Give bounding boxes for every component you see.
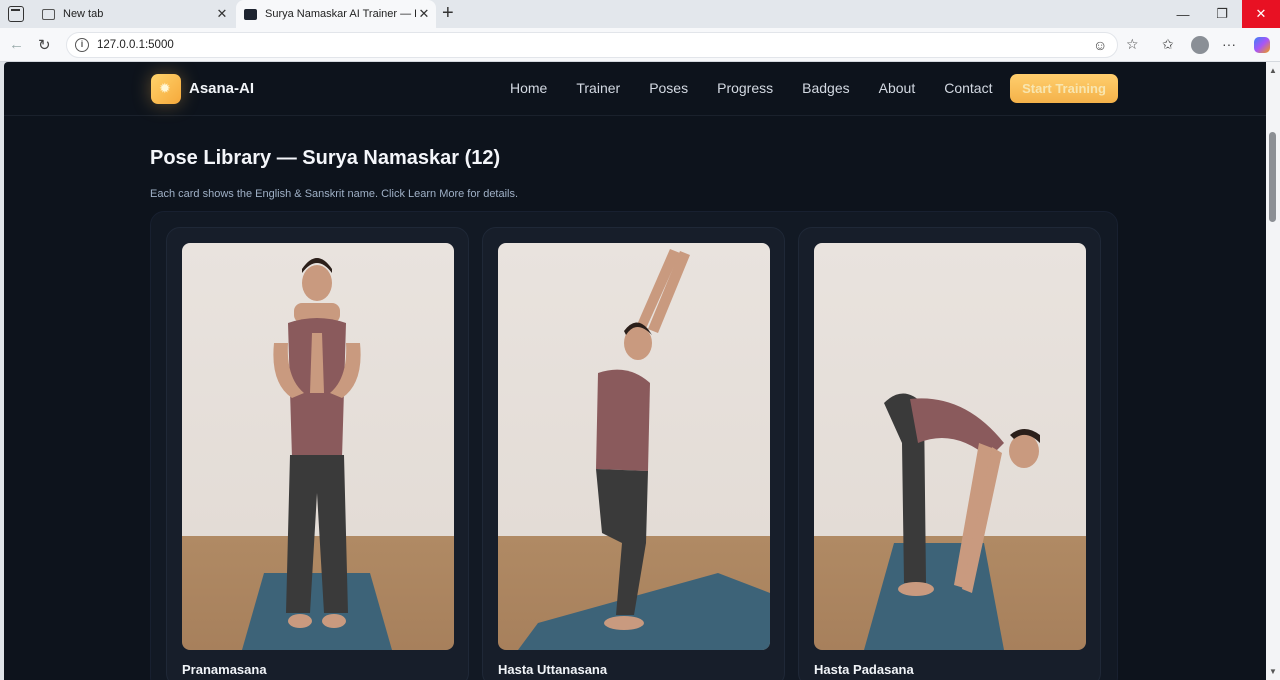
address-bar[interactable]: i 127.0.0.1:5000 ☺ — [66, 32, 1118, 58]
brand-name[interactable]: Asana-AI — [189, 80, 254, 97]
pose-card[interactable]: Hasta Padasana — [798, 227, 1101, 680]
restore-button[interactable]: ❐ — [1203, 0, 1241, 28]
pose-image — [498, 243, 770, 650]
page-title: Pose Library — Surya Namaskar (12) — [150, 147, 501, 169]
pose-image — [182, 243, 454, 650]
pose-card[interactable]: Hasta Uttanasana — [482, 227, 785, 680]
page-icon — [244, 8, 257, 20]
pose-name: Hasta Padasana — [814, 662, 914, 677]
pose-card[interactable]: Pranamasana — [166, 227, 469, 680]
more-icon[interactable]: ··· — [1222, 36, 1236, 52]
nav-home[interactable]: Home — [510, 80, 547, 96]
tab-title: Surya Namaskar AI Trainer — Hom — [265, 8, 416, 20]
site-navbar: ✹ Asana-AI Home Trainer Poses Progress B… — [4, 62, 1266, 116]
minimize-button[interactable]: — — [1164, 0, 1202, 28]
address-toolbar: ← ↻ i 127.0.0.1:5000 ☺ ☆ ✩ ··· — [0, 28, 1280, 62]
close-icon[interactable]: ✕ — [214, 6, 230, 22]
tab-title: New tab — [63, 8, 104, 20]
reload-icon[interactable]: ↻ — [38, 36, 51, 54]
pose-image — [814, 243, 1086, 650]
logo[interactable]: ✹ — [151, 74, 181, 104]
url-text[interactable]: 127.0.0.1:5000 — [97, 39, 174, 51]
nav-links: Home Trainer Poses Progress Badges About… — [510, 80, 1021, 96]
scroll-up-icon[interactable]: ▲ — [1269, 66, 1277, 75]
tab-surya-namaskar[interactable]: Surya Namaskar AI Trainer — Hom ✕ — [236, 0, 436, 28]
close-icon[interactable]: ✕ — [416, 6, 432, 22]
reader-icon[interactable]: ☺ — [1093, 37, 1107, 53]
nav-trainer[interactable]: Trainer — [576, 80, 620, 96]
nav-contact[interactable]: Contact — [944, 80, 992, 96]
star-icon[interactable]: ☆ — [1126, 36, 1139, 53]
page-scrollbar[interactable]: ▲ ▼ — [1266, 62, 1280, 680]
info-icon[interactable]: i — [75, 38, 89, 52]
back-icon[interactable]: ← — [9, 36, 24, 53]
page-subtitle: Each card shows the English & Sanskrit n… — [150, 188, 519, 200]
favorites-icon[interactable]: ✩ — [1162, 36, 1174, 53]
tab-new-tab[interactable]: New tab ✕ — [34, 0, 234, 28]
pose-name: Hasta Uttanasana — [498, 662, 608, 677]
browser-tabbar: New tab ✕ Surya Namaskar AI Trainer — Ho… — [0, 0, 1280, 28]
scroll-thumb[interactable] — [1269, 132, 1276, 222]
plus-icon[interactable]: + — [442, 3, 454, 23]
tab-actions-menu-icon[interactable] — [8, 6, 24, 22]
web-page: ✹ Asana-AI Home Trainer Poses Progress B… — [4, 62, 1266, 680]
sun-icon: ✹ — [159, 80, 171, 96]
nav-badges[interactable]: Badges — [802, 80, 849, 96]
pose-name: Pranamasana — [182, 662, 267, 677]
profile-icon[interactable] — [1191, 36, 1209, 54]
nav-poses[interactable]: Poses — [649, 80, 688, 96]
start-training-button[interactable]: Start Training — [1010, 74, 1118, 103]
nav-about[interactable]: About — [879, 80, 916, 96]
window-close-button[interactable]: ✕ — [1242, 0, 1280, 28]
page-icon — [42, 8, 55, 20]
scroll-down-icon[interactable]: ▼ — [1269, 667, 1277, 676]
copilot-icon[interactable] — [1254, 37, 1270, 53]
nav-progress[interactable]: Progress — [717, 80, 773, 96]
